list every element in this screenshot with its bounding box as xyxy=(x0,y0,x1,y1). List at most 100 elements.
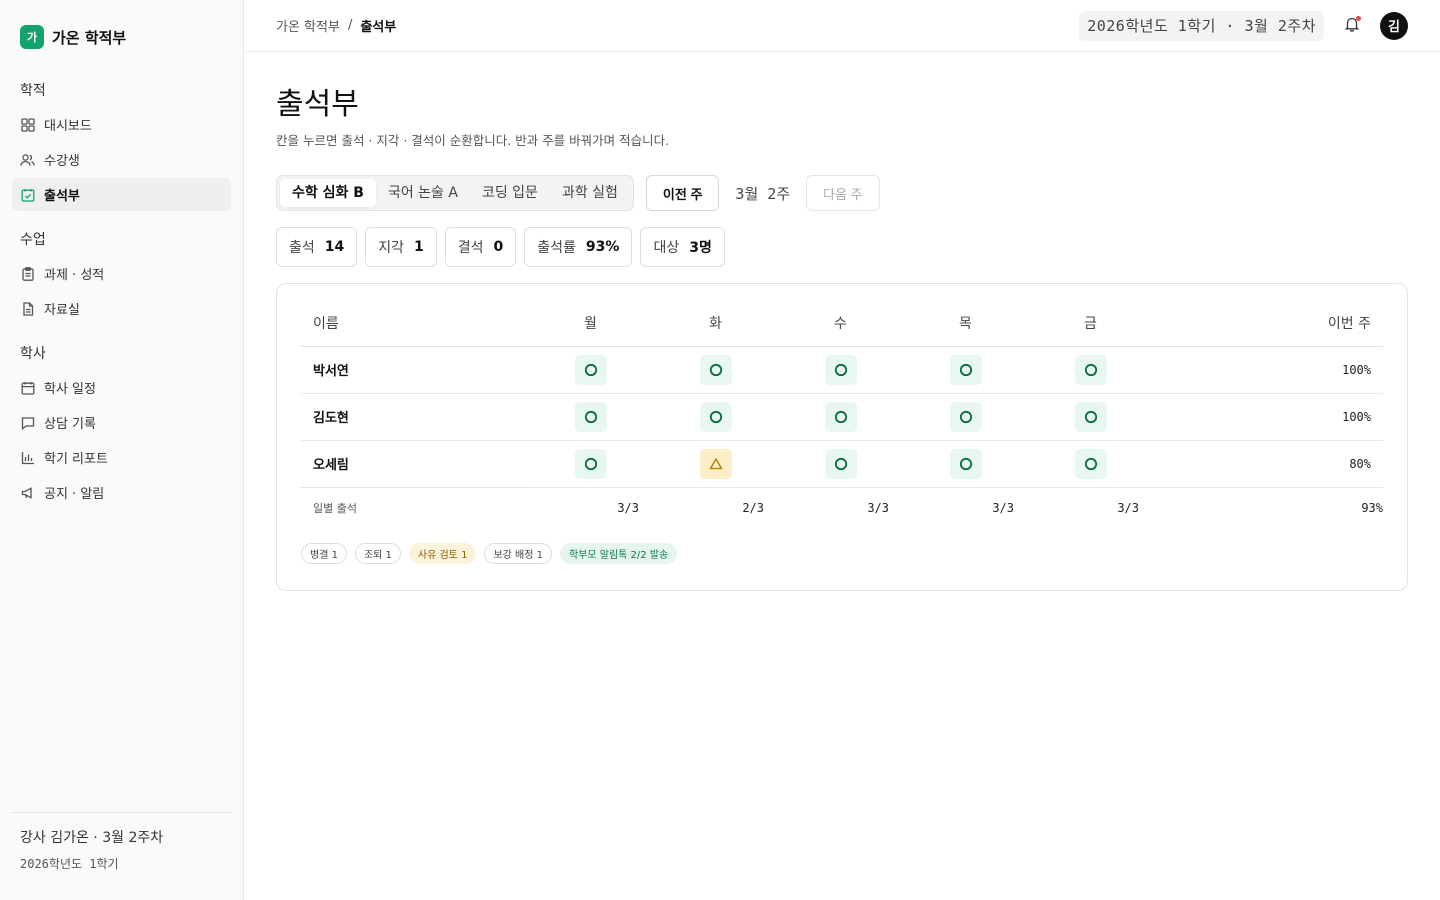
nav-section-title: 수업 xyxy=(20,232,46,248)
stat-late: 지각 1 xyxy=(365,227,437,267)
present-mark[interactable] xyxy=(949,448,982,479)
main-area: 가온 학적부 / 출석부 2026학년도 1학기 · 3월 2주차 김 출석부 … xyxy=(244,0,1440,900)
status-tag[interactable]: 사유 검토 1 xyxy=(408,543,477,564)
weekly-rate: 100% xyxy=(1153,393,1383,441)
topbar: 가온 학적부 / 출석부 2026학년도 1학기 · 3월 2주차 김 xyxy=(244,0,1440,52)
sidebar-item-label: 수강생 xyxy=(44,154,80,169)
present-mark[interactable] xyxy=(1074,354,1107,385)
stat-value: 14 xyxy=(324,239,345,255)
sidebar-item-semester-report[interactable]: 학기 리포트 xyxy=(12,441,231,474)
daily-attendance-value: 3/3 xyxy=(992,501,1014,516)
prev-week-button[interactable]: 이전 주 xyxy=(645,175,720,211)
sidebar-footer: 강사 김가온 · 3월 2주차 2026학년도 1학기 xyxy=(12,812,231,872)
present-mark[interactable] xyxy=(824,401,857,432)
attendance-cell xyxy=(528,393,653,441)
circle-icon xyxy=(584,363,598,377)
sidebar-item-notices[interactable]: 공지 · 알림 xyxy=(12,476,231,509)
attendance-cell xyxy=(778,346,903,394)
sidebar-item-students[interactable]: 수강생 xyxy=(12,143,231,176)
circle-icon xyxy=(709,410,723,424)
sidebar-item-resources[interactable]: 자료실 xyxy=(12,292,231,325)
stat-target-count: 대상 3명 xyxy=(640,227,725,267)
present-mark[interactable] xyxy=(949,401,982,432)
present-mark[interactable] xyxy=(699,354,732,385)
stat-label: 결석 xyxy=(457,240,484,256)
header-this-week: 이번 주 xyxy=(1153,300,1383,347)
tab-coding-intro[interactable]: 코딩 입문 xyxy=(470,179,550,207)
avatar[interactable]: 김 xyxy=(1380,11,1408,40)
header-day-thu: 목 xyxy=(903,300,1028,347)
header-name: 이름 xyxy=(301,300,528,347)
sidebar-item-dashboard[interactable]: 대시보드 xyxy=(12,108,231,141)
circle-icon xyxy=(1084,410,1098,424)
attendance-cell xyxy=(528,440,653,488)
nav-section-academic-records: 학적 대시보드 수강생 출석부 xyxy=(12,78,231,211)
grid-icon xyxy=(20,117,35,132)
attendance-cell xyxy=(778,440,903,488)
weekly-rate: 80% xyxy=(1153,440,1383,488)
nav-section-title: 학사 xyxy=(20,346,46,362)
tab-korean-essay-a[interactable]: 국어 논술 A xyxy=(376,179,470,207)
brand[interactable]: 가 가온 학적부 xyxy=(12,24,231,50)
attendance-cell xyxy=(653,346,778,394)
circle-icon xyxy=(834,457,848,471)
sidebar-item-label: 자료실 xyxy=(44,303,80,318)
attendance-controls: 수학 심화 B 국어 논술 A 코딩 입문 과학 실험 이전 주 3월 2주 다… xyxy=(276,175,1408,211)
stat-label: 출석률 xyxy=(537,240,576,256)
stat-label: 출석 xyxy=(289,240,315,256)
stat-label: 대상 xyxy=(653,240,680,256)
present-mark[interactable] xyxy=(824,354,857,385)
megaphone-icon xyxy=(20,485,35,500)
breadcrumb-parent[interactable]: 가온 학적부 xyxy=(276,16,340,35)
present-mark[interactable] xyxy=(574,354,607,385)
present-mark[interactable] xyxy=(699,401,732,432)
circle-icon xyxy=(1084,457,1098,471)
tab-math-advanced-b[interactable]: 수학 심화 B xyxy=(280,179,376,207)
sidebar-item-counseling-records[interactable]: 상담 기록 xyxy=(12,406,231,439)
brand-logo: 가 xyxy=(20,25,44,49)
present-mark[interactable] xyxy=(574,448,607,479)
present-mark[interactable] xyxy=(1074,401,1107,432)
table-row: 박서연 100% xyxy=(301,346,1383,394)
present-mark[interactable] xyxy=(824,448,857,479)
present-mark[interactable] xyxy=(574,401,607,432)
present-mark[interactable] xyxy=(949,354,982,385)
attendance-cell xyxy=(1028,440,1153,488)
student-name: 김도현 xyxy=(301,393,528,441)
header-day-tue: 화 xyxy=(653,300,778,347)
calendar-icon xyxy=(20,380,35,395)
next-week-button[interactable]: 다음 주 xyxy=(806,175,880,211)
breadcrumb: 가온 학적부 / 출석부 xyxy=(276,16,396,35)
sidebar-item-label: 대시보드 xyxy=(44,119,92,134)
status-tag[interactable]: 학부모 알림톡 2/2 발송 xyxy=(559,543,678,564)
circle-icon xyxy=(834,410,848,424)
attendance-cell xyxy=(903,393,1028,441)
attendance-cell xyxy=(903,440,1028,488)
header-day-fri: 금 xyxy=(1028,300,1153,347)
topbar-right: 2026학년도 1학기 · 3월 2주차 김 xyxy=(1079,10,1408,41)
sidebar-item-label: 상담 기록 xyxy=(44,417,96,432)
page-title: 출석부 xyxy=(276,87,359,122)
breadcrumb-separator: / xyxy=(347,18,353,33)
sidebar-item-label: 학사 일정 xyxy=(44,382,96,397)
chat-icon xyxy=(20,415,35,430)
daily-attendance-label: 일별 출석 xyxy=(301,486,528,529)
sidebar-item-academic-calendar[interactable]: 학사 일정 xyxy=(12,371,231,404)
sidebar-item-attendance[interactable]: 출석부 xyxy=(12,178,231,211)
late-mark[interactable] xyxy=(699,448,732,479)
tab-science-lab[interactable]: 과학 실험 xyxy=(550,179,630,207)
notifications-button[interactable] xyxy=(1340,14,1364,38)
status-tag[interactable]: 보강 배정 1 xyxy=(484,543,552,564)
circle-icon xyxy=(584,457,598,471)
stat-absent: 결석 0 xyxy=(444,227,517,267)
sidebar-item-assignments-grades[interactable]: 과제 · 성적 xyxy=(12,257,231,290)
status-tag[interactable]: 병결 1 xyxy=(301,543,347,564)
instructor-info: 강사 김가온 · 3월 2주차 xyxy=(20,830,164,846)
status-tag[interactable]: 조퇴 1 xyxy=(354,543,401,564)
attendance-cell xyxy=(528,346,653,394)
present-mark[interactable] xyxy=(1074,448,1107,479)
daily-attendance-value: 2/3 xyxy=(742,501,764,516)
sidebar: 가 가온 학적부 학적 대시보드 수강생 출석부 수업 과제 · 성적 자료실 … xyxy=(0,0,244,900)
triangle-icon xyxy=(709,457,723,471)
attendance-tags: 병결 1 조퇴 1 사유 검토 1 보강 배정 1 학부모 알림톡 2/2 발송 xyxy=(301,543,1383,564)
